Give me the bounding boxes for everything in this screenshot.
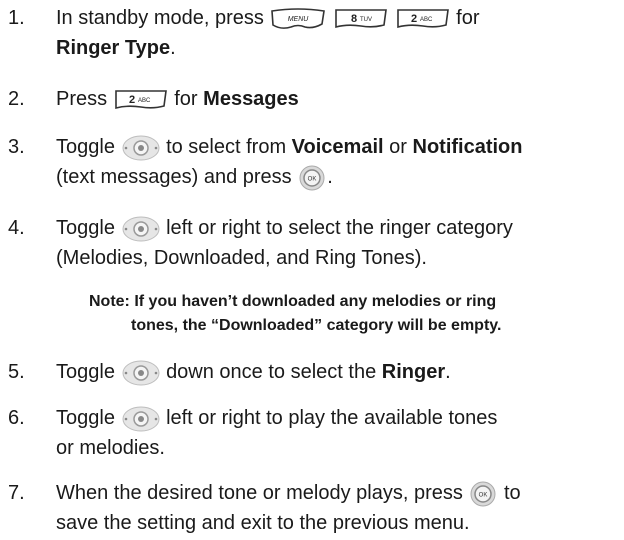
svg-text:ABC: ABC: [420, 17, 433, 23]
ok-key-icon: OK: [468, 481, 498, 507]
svg-text:8: 8: [351, 13, 357, 25]
key-8-icon: 8 TUV: [333, 7, 389, 31]
step-number: 4.: [8, 217, 25, 239]
step-number: 3.: [8, 136, 25, 158]
svg-text:2: 2: [129, 94, 135, 106]
key-2-icon: 2 ABC: [113, 88, 169, 112]
nav-key-icon: [121, 135, 161, 161]
step-text: In standby mode, press: [56, 7, 264, 29]
note-line-1: Note: If you haven’t downloaded any melo…: [89, 293, 497, 310]
note-line-2: tones, the “Downloaded” category will be…: [131, 317, 502, 334]
svg-text:ABC: ABC: [138, 98, 151, 104]
step-number: 6.: [8, 407, 25, 429]
nav-key-icon: [121, 216, 161, 242]
step-number: 1.: [8, 7, 25, 29]
nav-key-icon: [121, 406, 161, 432]
svg-text:2: 2: [411, 13, 417, 25]
ok-key-icon: OK: [297, 165, 327, 191]
step-number: 5.: [8, 361, 25, 383]
svg-text:TUV: TUV: [360, 17, 372, 23]
step-number: 2.: [8, 88, 25, 110]
key-2-icon: 2 ABC: [395, 7, 451, 31]
svg-text:OK: OK: [479, 492, 488, 498]
step-number: 7.: [8, 482, 25, 504]
svg-text:OK: OK: [308, 176, 317, 182]
note: Note: If you haven’t downloaded any melo…: [89, 290, 624, 338]
nav-key-icon: [121, 360, 161, 386]
menu-key-label: MENU: [288, 16, 310, 23]
menu-key-icon: MENU: [269, 7, 327, 31]
